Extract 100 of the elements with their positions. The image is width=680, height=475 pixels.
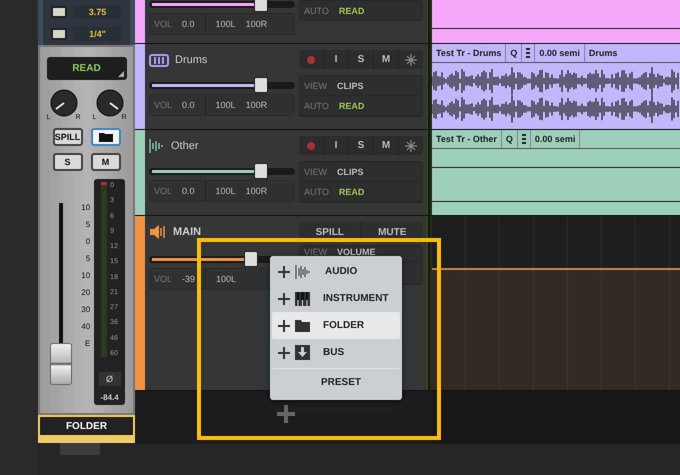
auto-value[interactable]: READ — [338, 100, 364, 110]
plus-icon — [278, 266, 290, 278]
vol-value: 0.0 — [182, 19, 195, 29]
clip-source: Drums — [588, 47, 618, 60]
vol-label: VOL — [154, 100, 172, 110]
clip-header[interactable]: Test Tr - Drums Q 0.00 semi Drums — [432, 44, 680, 63]
track-toggle-button[interactable]: M — [374, 50, 399, 69]
plugin-value: 1/4" — [73, 27, 122, 41]
fader-scale-label: 30 — [81, 305, 90, 314]
quantize-label: Q — [506, 44, 522, 62]
channel-solo-button[interactable]: S — [52, 153, 82, 171]
vol-label: VOL — [154, 274, 172, 284]
plus-icon — [276, 404, 296, 424]
volume-slider[interactable] — [149, 163, 295, 179]
piano-keys-icon — [295, 292, 310, 306]
pitch-icon — [526, 48, 530, 58]
speaker-icon — [149, 224, 167, 240]
snowflake-icon — [405, 140, 417, 152]
pan-left-value: 100L — [216, 186, 236, 196]
spill-button[interactable]: SPILL — [52, 128, 82, 146]
volume-pan-field[interactable]: VOL 0.0 100L 100R — [149, 13, 295, 35]
track-toggle-button[interactable]: M — [374, 136, 399, 155]
pan-left-value: 100L — [216, 100, 236, 110]
fader-scale-label: 5 — [86, 254, 90, 263]
folder-icon — [295, 320, 310, 332]
slider-thumb[interactable] — [254, 0, 268, 12]
slider-thumb[interactable] — [254, 163, 268, 179]
vol-value: 0.0 — [182, 100, 195, 110]
quantize-label: Q — [502, 130, 518, 148]
knob-icon[interactable] — [48, 88, 78, 118]
vol-label: VOL — [154, 186, 172, 196]
channel-name: FOLDER — [38, 415, 135, 437]
volume-pan-field[interactable]: VOL 0.0 100L 100R — [149, 94, 295, 116]
main-mute-button[interactable]: MUTE — [362, 222, 423, 242]
pitch-value: 0.00 semi — [530, 130, 580, 148]
volume-slider[interactable] — [149, 0, 295, 12]
snowflake-icon — [405, 54, 417, 66]
plus-icon — [278, 320, 290, 332]
pan-left-value: 100L — [216, 19, 236, 29]
phase-button[interactable]: Ø — [98, 372, 121, 386]
view-label: VIEW — [304, 80, 328, 90]
slider-thumb[interactable] — [244, 251, 258, 267]
track-toggle-button[interactable]: S — [349, 136, 374, 155]
waveform-icon — [149, 138, 165, 154]
drum-icon — [149, 54, 169, 66]
waveform-icon — [295, 264, 312, 278]
folder-button[interactable] — [90, 128, 120, 146]
vol-value: -39 — [182, 274, 196, 284]
auto-label: AUTO — [304, 100, 329, 110]
folder-icon — [98, 132, 112, 142]
volume-pan-field[interactable]: VOL 0.0 100L 100R — [149, 180, 295, 202]
menu-item[interactable]: FOLDER — [272, 312, 400, 339]
auto-value[interactable]: READ — [338, 6, 364, 16]
add-track-button[interactable] — [275, 403, 297, 425]
down-arrow-icon — [295, 345, 310, 360]
plus-icon — [278, 292, 290, 304]
vol-value: 0.0 — [182, 186, 195, 196]
track-toggle-button[interactable]: I — [324, 136, 349, 155]
pan-right-value: 100R — [246, 186, 268, 196]
view-label: VIEW — [304, 166, 328, 176]
track-toggle-button[interactable]: I — [324, 50, 349, 69]
plugin-toggle[interactable] — [51, 6, 67, 18]
pitch-icon — [522, 134, 526, 144]
view-value[interactable]: VOLUME — [337, 247, 376, 257]
auto-label: AUTO — [304, 186, 329, 196]
track-toggle-button[interactable]: S — [349, 50, 374, 69]
fader-scale-label: 5 — [86, 220, 90, 229]
volume-slider[interactable] — [149, 77, 295, 93]
clip-title: Test Tr - Drums — [432, 44, 506, 62]
preset-item[interactable]: PRESET — [272, 368, 400, 396]
menu-item[interactable]: BUS — [272, 339, 400, 366]
auto-value[interactable]: READ — [338, 186, 364, 196]
clip-title: Test Tr - Other — [432, 130, 502, 148]
automation-display[interactable]: READ — [46, 57, 126, 80]
plugin-toggle[interactable] — [51, 28, 67, 40]
volume-fader[interactable] — [50, 203, 72, 383]
fader-scale-label: 0 — [86, 237, 90, 246]
knob-icon[interactable] — [94, 88, 124, 118]
clip-header[interactable]: Test Tr - Other Q 0.00 semi — [432, 130, 680, 149]
view-value[interactable]: CLIPS — [337, 80, 364, 90]
plugin-value: 3.75 — [73, 5, 122, 19]
plus-icon — [278, 346, 290, 358]
main-spill-button[interactable]: SPILL — [299, 222, 362, 242]
track-name: Drums — [175, 54, 208, 66]
vol-label: VOL — [154, 19, 172, 29]
channel-mute-button[interactable]: M — [90, 153, 120, 171]
view-value[interactable]: CLIPS — [337, 166, 364, 176]
fader-scale-label: 10 — [81, 271, 90, 280]
pan-right-value: 100R — [246, 19, 268, 29]
slider-thumb[interactable] — [254, 77, 268, 93]
fader-scale-label: 10 — [81, 203, 90, 212]
view-label: VIEW — [304, 247, 328, 257]
pitch-value: 0.00 semi — [535, 44, 585, 62]
pan-right-value: 100R — [246, 100, 268, 110]
fader-scale-label: E — [84, 339, 90, 348]
fader-scale-label: 20 — [81, 288, 90, 297]
peak-readout: -84.4 — [100, 393, 119, 402]
pan-left-value: 100L — [216, 274, 236, 284]
auto-label: AUTO — [304, 6, 329, 16]
fader-handle[interactable] — [50, 343, 72, 386]
